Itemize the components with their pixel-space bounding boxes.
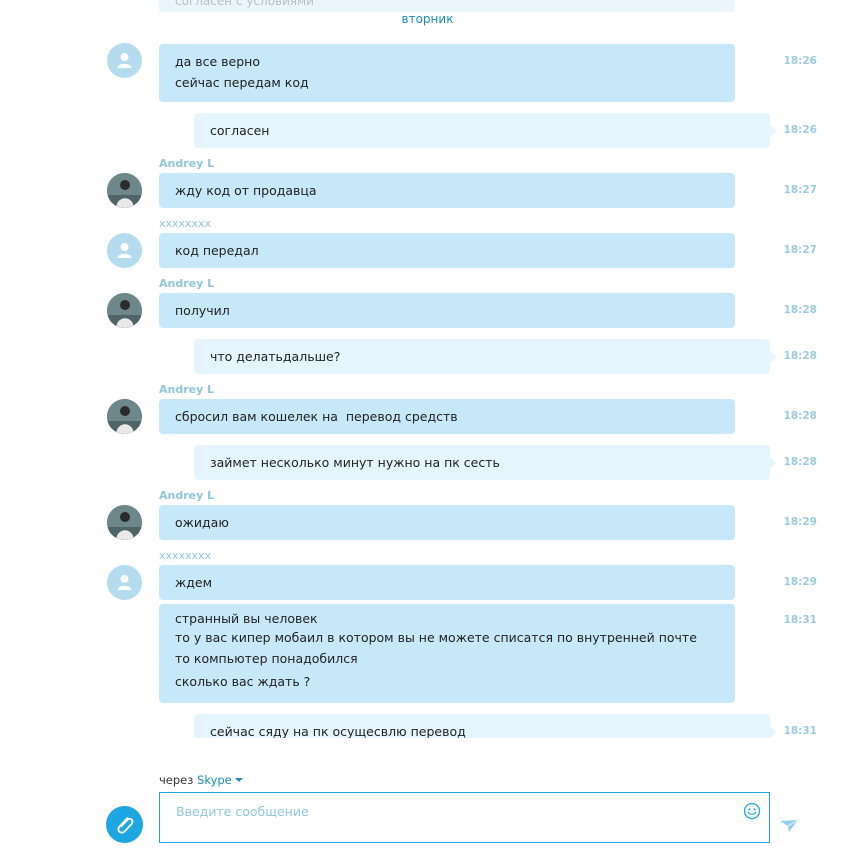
message-time: 18:26 <box>783 55 817 67</box>
sender-name[interactable]: Andrey L <box>159 157 214 170</box>
scroll-clip <box>0 738 855 768</box>
message-bubble-outgoing[interactable]: займет несколько минут нужно на пк сесть <box>194 445 776 480</box>
message-text: согласен <box>210 123 270 138</box>
message-bubble-outgoing[interactable]: согласен <box>194 113 776 148</box>
message-time: 18:28 <box>783 350 817 362</box>
message-time: 18:28 <box>783 410 817 422</box>
message-bubble[interactable]: ожидаю <box>159 505 735 540</box>
via-service-selector[interactable]: через Skype <box>159 773 243 787</box>
message-bubble[interactable]: ждем <box>159 565 735 600</box>
day-separator: вторник <box>401 12 454 26</box>
avatar-default[interactable] <box>107 233 142 268</box>
previous-message-partial: согласен с условиями <box>159 0 735 12</box>
message-time: 18:27 <box>783 244 817 256</box>
smiley-icon <box>743 802 761 820</box>
message-text: сбросил вам кошелек на перевод средств <box>175 409 458 424</box>
message-text: что делатьдальше? <box>210 349 341 364</box>
message-text: ожидаю <box>175 515 229 530</box>
message-bubble[interactable]: код передал <box>159 233 735 268</box>
message-text: сколько вас ждать ? <box>175 673 311 689</box>
sender-name[interactable]: Andrey L <box>159 383 214 396</box>
message-text: займет несколько минут нужно на пк сесть <box>210 455 500 470</box>
avatar-default[interactable] <box>107 565 142 600</box>
chat-window: согласен с условиями вторник да все верн… <box>0 0 855 859</box>
message-compose-box[interactable] <box>159 792 770 843</box>
sender-name[interactable]: xxxxxxxx <box>159 217 211 230</box>
message-text: жду код от продавца <box>175 183 317 198</box>
message-time: 18:26 <box>783 124 817 136</box>
sender-name[interactable]: Andrey L <box>159 489 214 502</box>
avatar-default[interactable] <box>107 43 142 78</box>
paper-plane-icon <box>780 819 799 832</box>
profile-photo-icon <box>107 505 142 540</box>
message-time: 18:31 <box>783 725 817 737</box>
message-text: получил <box>175 303 230 318</box>
message-time: 18:29 <box>783 516 817 528</box>
profile-photo-icon <box>107 399 142 434</box>
message-input[interactable] <box>174 799 738 823</box>
user-silhouette-icon <box>117 575 132 590</box>
previous-message-text: согласен с условиями <box>175 0 314 8</box>
sender-name[interactable]: xxxxxxxx <box>159 549 211 562</box>
emoji-button[interactable] <box>743 802 761 820</box>
message-text: да все верно <box>175 54 260 69</box>
message-time: 18:28 <box>783 304 817 316</box>
profile-photo-icon <box>107 293 142 328</box>
avatar-photo[interactable] <box>107 293 142 328</box>
message-bubble[interactable]: сбросил вам кошелек на перевод средств <box>159 399 735 434</box>
profile-photo-icon <box>107 173 142 208</box>
attach-button[interactable] <box>106 806 143 843</box>
message-text: то у вас кипер мобаил в котором вы не мо… <box>175 630 697 645</box>
message-bubble[interactable]: странный вы человек то у вас кипер мобаи… <box>159 604 735 703</box>
message-time: 18:27 <box>783 184 817 196</box>
message-text: странный вы человек <box>175 611 318 626</box>
message-time: 18:29 <box>783 576 817 588</box>
via-prefix: через <box>159 773 194 787</box>
chevron-down-icon[interactable] <box>234 778 243 782</box>
message-bubble[interactable]: получил <box>159 293 735 328</box>
message-text: код передал <box>175 243 259 258</box>
avatar-photo[interactable] <box>107 399 142 434</box>
message-time: 18:31 <box>783 614 817 626</box>
message-text: ждем <box>175 575 213 590</box>
message-time: 18:28 <box>783 456 817 468</box>
message-bubble-outgoing[interactable]: что делатьдальше? <box>194 339 776 374</box>
message-text: сейчас передам код <box>175 75 309 90</box>
avatar-photo[interactable] <box>107 505 142 540</box>
paperclip-icon <box>117 817 134 834</box>
message-text: то компьютер понадобился <box>175 651 358 666</box>
message-bubble[interactable]: да все верно сейчас передам код <box>159 44 735 102</box>
user-silhouette-icon <box>117 243 132 258</box>
via-service-name[interactable]: Skype <box>197 773 232 787</box>
send-button[interactable] <box>779 818 799 834</box>
avatar-photo[interactable] <box>107 173 142 208</box>
user-silhouette-icon <box>117 53 132 68</box>
sender-name[interactable]: Andrey L <box>159 277 214 290</box>
message-bubble[interactable]: жду код от продавца <box>159 173 735 208</box>
